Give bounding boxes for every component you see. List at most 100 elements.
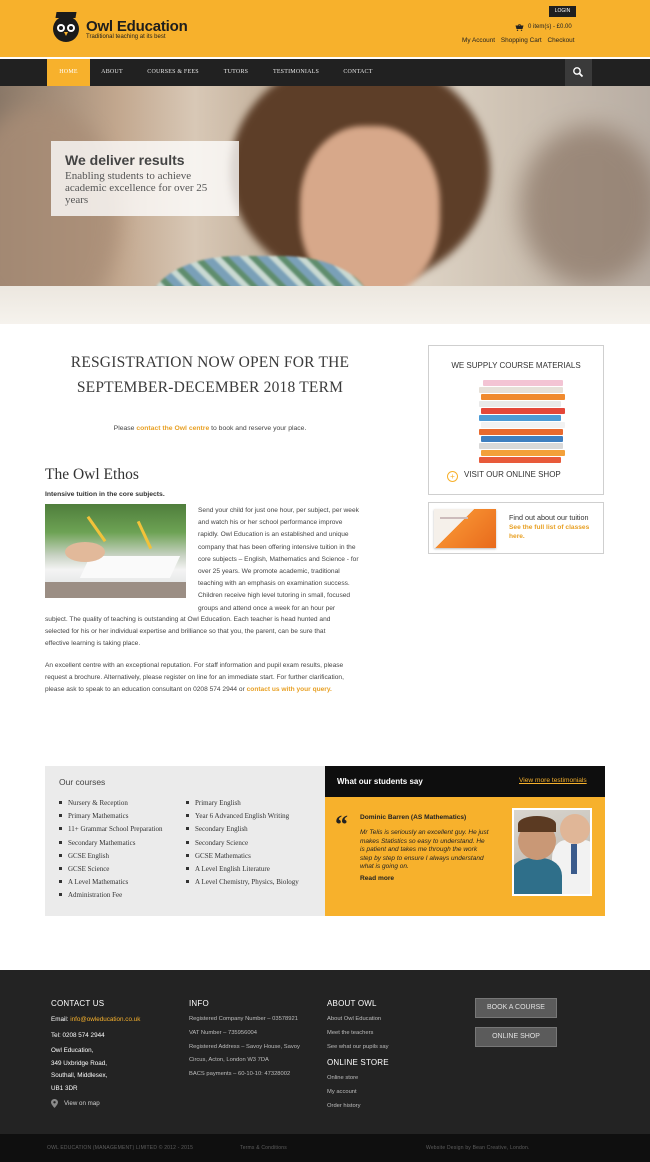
testimonials-panel: What our students say View more testimon…: [325, 766, 605, 916]
testimonial-text: Mr Telis is seriously an excellent guy. …: [360, 829, 489, 871]
ethos-line: core subjects – English, Mathematics and…: [198, 555, 359, 563]
brochure-image: [434, 509, 496, 548]
book-course-button[interactable]: BOOK A COURSE: [475, 998, 557, 1018]
site-header: Owl Education Traditional teaching at it…: [0, 0, 650, 57]
online-store-link[interactable]: Online store: [327, 1072, 361, 1086]
course-item[interactable]: GCSE Science: [59, 863, 162, 876]
hero-title: We deliver results: [65, 152, 185, 168]
bottom-bar: OWL EDUCATION (MANAGEMENT) LIMITED © 201…: [0, 1134, 650, 1162]
login-button[interactable]: LOGIN: [549, 6, 576, 17]
cart-summary[interactable]: 0 item(s) - £0.00: [528, 24, 572, 30]
course-materials-box[interactable]: WE SUPPLY COURSE MATERIALS + VISIT OUR ON…: [428, 345, 604, 495]
course-item[interactable]: A Level Chemistry, Physics, Biology: [186, 876, 299, 889]
course-item[interactable]: Year 6 Advanced English Writing: [186, 810, 299, 823]
course-item[interactable]: Primary Mathematics: [59, 810, 162, 823]
course-item[interactable]: Secondary Mathematics: [59, 837, 162, 850]
order-history-link[interactable]: Order history: [327, 1100, 361, 1114]
registration-heading-line2: SEPTEMBER-DECEMBER 2018 TERM: [76, 379, 344, 396]
design-credit-link[interactable]: Website Design by Bean Creative, London.: [426, 1145, 530, 1151]
address-line: Owl Education,: [51, 1047, 94, 1055]
course-item[interactable]: A Level Mathematics: [59, 876, 162, 889]
plus-circle-icon: +: [447, 471, 458, 482]
checkout-link[interactable]: Checkout: [547, 37, 574, 44]
course-item[interactable]: Secondary English: [186, 823, 299, 836]
courses-column-2: Primary English Year 6 Advanced English …: [186, 797, 299, 889]
ethos-line: request a brochure. Alternatively, pleas…: [45, 674, 344, 682]
quote-mark-icon: “: [335, 810, 348, 839]
course-item[interactable]: Primary English: [186, 797, 299, 810]
ethos-line: please ask to speak to an education cons…: [45, 686, 247, 694]
my-account-footer-link[interactable]: My account: [327, 1086, 361, 1100]
tuition-title: Find out about our tuition: [509, 513, 589, 522]
ethos-line: and watch his or her school performance …: [198, 519, 343, 527]
view-more-testimonials-link[interactable]: View more testimonials: [519, 777, 587, 784]
contact-centre-link[interactable]: contact the Owl centre: [136, 425, 209, 432]
account-links: My Account Shopping Cart Checkout: [462, 37, 578, 44]
online-shop-button[interactable]: ONLINE SHOP: [475, 1027, 557, 1047]
course-item[interactable]: Nursery & Reception: [59, 797, 162, 810]
meet-teachers-link[interactable]: Meet the teachers: [327, 1027, 389, 1041]
course-item[interactable]: Administration Fee: [59, 889, 162, 902]
visit-shop-label: VISIT OUR ONLINE SHOP: [464, 470, 561, 479]
ethos-paragraph-1: Send your child for just one hour, per s…: [198, 505, 374, 615]
read-more-link[interactable]: Read more: [360, 875, 394, 882]
search-icon: [573, 67, 584, 78]
hero-caption: We deliver results Enabling students to …: [51, 141, 239, 216]
tuition-box[interactable]: Find out about our tuition See the full …: [428, 502, 604, 554]
footer-store-links: Online store My account Order history: [327, 1072, 361, 1113]
info-line: Registered Company Number – 03578921: [189, 1016, 298, 1022]
owl-logo-icon[interactable]: [53, 12, 79, 42]
ethos-line: effective learning is taking place.: [45, 640, 141, 648]
email-link[interactable]: info@owleducation.co.uk: [70, 1016, 140, 1023]
course-item[interactable]: GCSE English: [59, 850, 162, 863]
view-on-map-link[interactable]: View on map: [64, 1098, 100, 1110]
visit-shop-link[interactable]: + VISIT OUR ONLINE SHOP: [447, 470, 561, 482]
shopping-cart-link[interactable]: Shopping Cart: [501, 37, 542, 44]
ethos-line: Send your child for just one hour, per s…: [198, 507, 359, 514]
ethos-line: rapidly. Owl Education is an established…: [198, 531, 349, 539]
ethos-line: teaching with an emphasis on examination…: [198, 580, 350, 588]
address-line: Southall, Middlesex,: [51, 1072, 108, 1080]
address-line: 349 Uxbridge Road,: [51, 1059, 108, 1067]
ethos-line: An excellent centre with an exceptional …: [45, 662, 344, 669]
testimonial-author: Dominic Barren (AS Mathematics): [360, 814, 467, 821]
nav-courses-fees[interactable]: COURSES & FEES: [138, 59, 208, 86]
terms-link[interactable]: Terms & Conditions: [240, 1145, 287, 1151]
classes-link[interactable]: See the full list of classes here.: [509, 523, 601, 541]
course-item[interactable]: GCSE Mathematics: [186, 850, 299, 863]
about-owl-link[interactable]: About Owl Education: [327, 1013, 389, 1027]
footer-info-list: Registered Company Number – 03578921 VAT…: [189, 1013, 300, 1082]
ethos-line: selected for his or her individual exper…: [45, 628, 326, 636]
nav-contact[interactable]: CONTACT: [334, 59, 382, 86]
registration-note-text-end: to book and reserve your place.: [209, 425, 307, 432]
footer-about-links: About Owl Education Meet the teachers Se…: [327, 1013, 389, 1054]
course-item[interactable]: 11+ Grammar School Preparation: [59, 823, 162, 836]
contact-us-link[interactable]: contact us with your query.: [247, 686, 332, 693]
ethos-line: over 25 years. We promote academic, trad…: [198, 568, 340, 576]
search-button[interactable]: [565, 59, 592, 86]
ethos-line: company that has been offering intensive…: [198, 543, 356, 551]
info-line: Registered Address – Savoy House, Savoy: [189, 1043, 300, 1050]
course-item[interactable]: Secondary Science: [186, 837, 299, 850]
registration-heading: RESGISTRATION NOW OPEN FOR THE SEPTEMBER…: [45, 350, 375, 400]
brand-name[interactable]: Owl Education: [86, 18, 188, 35]
courses-column-1: Nursery & Reception Primary Mathematics …: [59, 797, 162, 903]
ethos-paragraph-2: An excellent centre with an exceptional …: [45, 660, 375, 697]
basket-icon[interactable]: [515, 24, 524, 31]
nav-testimonials[interactable]: TESTIMONIALS: [262, 59, 330, 86]
testimonials-header: What our students say View more testimon…: [325, 766, 605, 797]
footer-contact-title: CONTACT US: [51, 999, 105, 1008]
pupils-say-link[interactable]: See what our pupils say: [327, 1041, 389, 1055]
ethos-line: subject. The quality of teaching is outs…: [45, 616, 331, 623]
nav-home[interactable]: HOME: [47, 59, 90, 86]
my-account-link[interactable]: My Account: [462, 37, 495, 44]
nav-tutors[interactable]: TUTORS: [214, 59, 258, 86]
map-pin-icon: [51, 1099, 58, 1108]
footer-about-title: ABOUT OWL: [327, 999, 377, 1008]
courses-panel: Our courses Nursery & Reception Primary …: [45, 766, 325, 916]
course-item[interactable]: A Level English Literature: [186, 863, 299, 876]
ethos-subtitle: Intensive tuition in the core subjects.: [45, 491, 165, 498]
copyright-text: OWL EDUCATION (MANAGEMENT) LIMITED © 201…: [47, 1145, 194, 1151]
nav-about[interactable]: ABOUT: [92, 59, 132, 86]
ethos-title: The Owl Ethos: [45, 466, 139, 483]
